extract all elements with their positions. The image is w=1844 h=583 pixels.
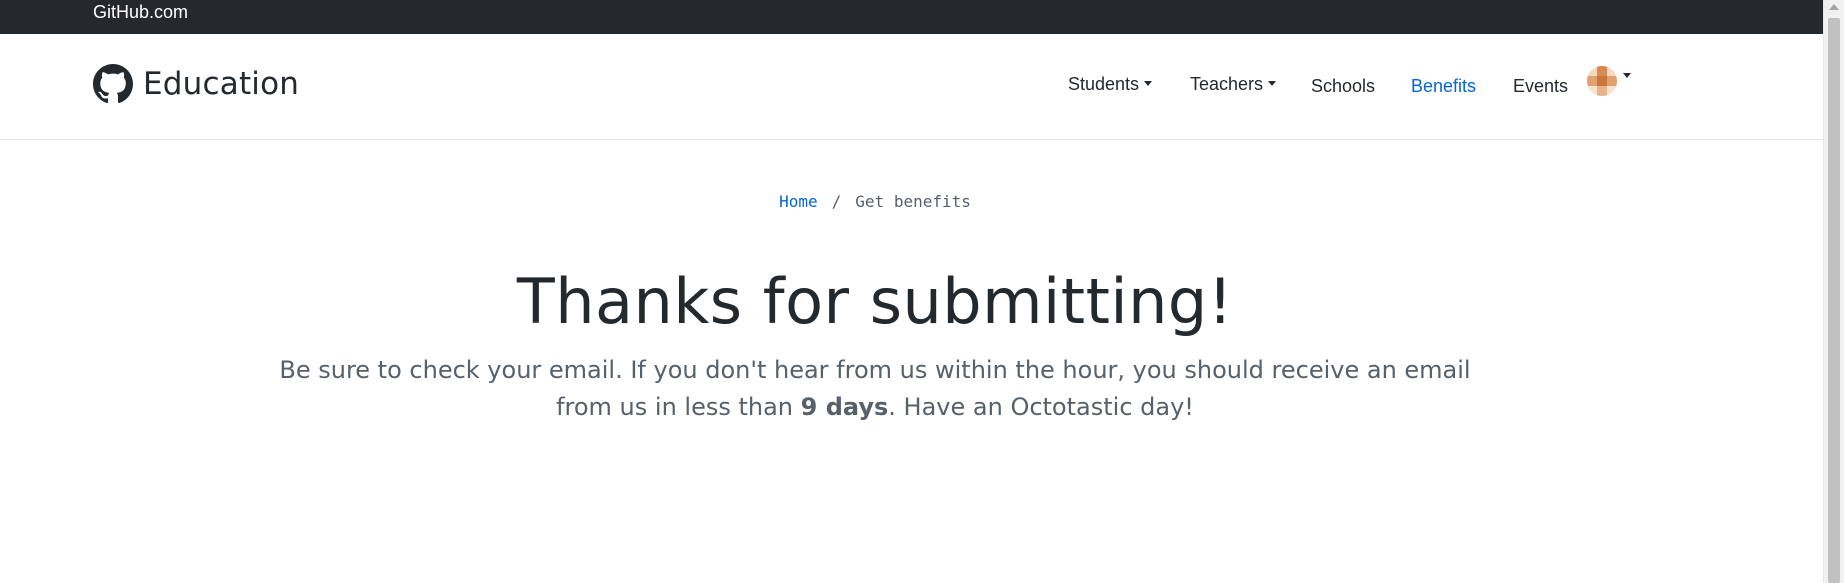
user-menu[interactable] [1587,66,1631,96]
nav-students[interactable]: Students [1068,74,1153,95]
scroll-up-arrow-icon[interactable] [1829,4,1839,10]
message-emphasis: 9 days [800,393,889,421]
site-header: Education Students Teachers Schools Bene… [0,34,1824,140]
page-title: Thanks for submitting! [516,265,1234,338]
user-avatar [1587,66,1617,96]
github-com-link[interactable]: GitHub.com [93,2,188,23]
github-octocat-icon [93,64,133,104]
nav-schools[interactable]: Schools [1311,76,1375,97]
breadcrumb-separator: / [831,192,842,211]
page: GitHub.com Education Students Teachers S… [0,0,1824,583]
brand-title: Education [143,66,300,102]
nav-benefits[interactable]: Benefits [1411,76,1476,97]
vertical-scrollbar[interactable] [1823,0,1844,583]
message-text-2: . Have an Octotastic day! [888,393,1194,421]
breadcrumb-home[interactable]: Home [779,192,818,211]
confirmation-message: Be sure to check your email. If you don'… [255,352,1495,426]
breadcrumb-current: Get benefits [855,192,971,211]
caret-down-icon [1144,80,1153,86]
brand[interactable]: Education [93,64,299,104]
nav-students-label: Students [1068,74,1140,94]
caret-down-icon [1268,80,1277,86]
breadcrumb: Home / Get benefits [0,192,1750,211]
scrollbar-thumb[interactable] [1828,18,1840,583]
caret-down-icon [1623,72,1631,78]
global-topbar: GitHub.com [0,0,1824,34]
nav-events[interactable]: Events [1513,76,1568,97]
nav-teachers-label: Teachers [1190,74,1264,94]
nav-teachers[interactable]: Teachers [1190,74,1277,95]
